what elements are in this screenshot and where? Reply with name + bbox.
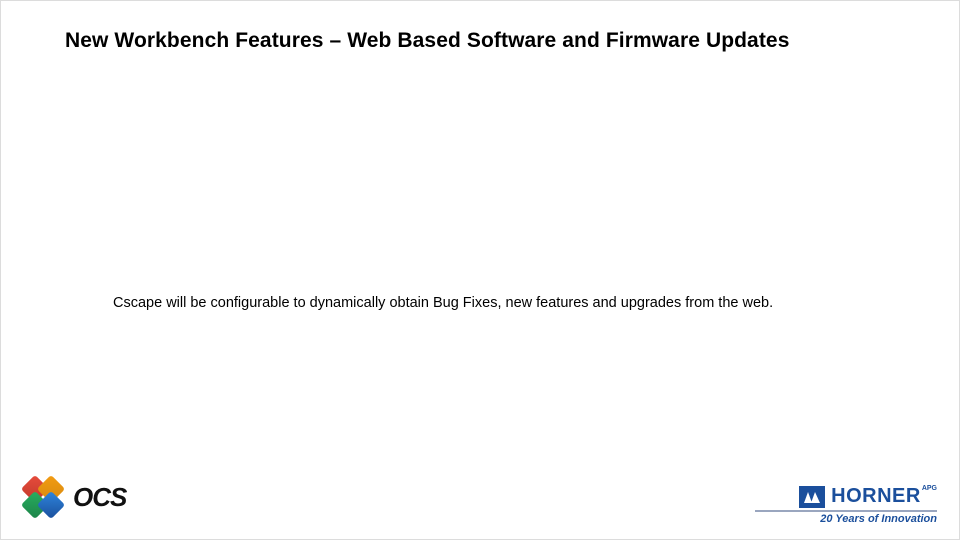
slide-title: New Workbench Features – Web Based Softw… [65, 29, 919, 53]
slide-footer: OCS HORNERAPG 20 Years of Innovation [1, 457, 959, 539]
horner-divider [755, 510, 937, 512]
horner-logo-top: HORNERAPG [755, 485, 937, 508]
ocs-swirl-icon [21, 475, 65, 519]
horner-brand-text: HORNER [831, 485, 921, 507]
slide: New Workbench Features – Web Based Softw… [0, 0, 960, 540]
horner-suffix-text: APG [922, 485, 937, 492]
ocs-logo-text: OCS [73, 482, 126, 513]
horner-tagline: 20 Years of Innovation [755, 513, 937, 525]
horner-logo: HORNERAPG 20 Years of Innovation [755, 485, 937, 525]
ocs-logo: OCS [21, 469, 161, 525]
slide-body-text: Cscape will be configurable to dynamical… [113, 295, 919, 311]
horner-logo-name: HORNERAPG [831, 485, 937, 508]
horner-mark-icon [799, 486, 825, 508]
